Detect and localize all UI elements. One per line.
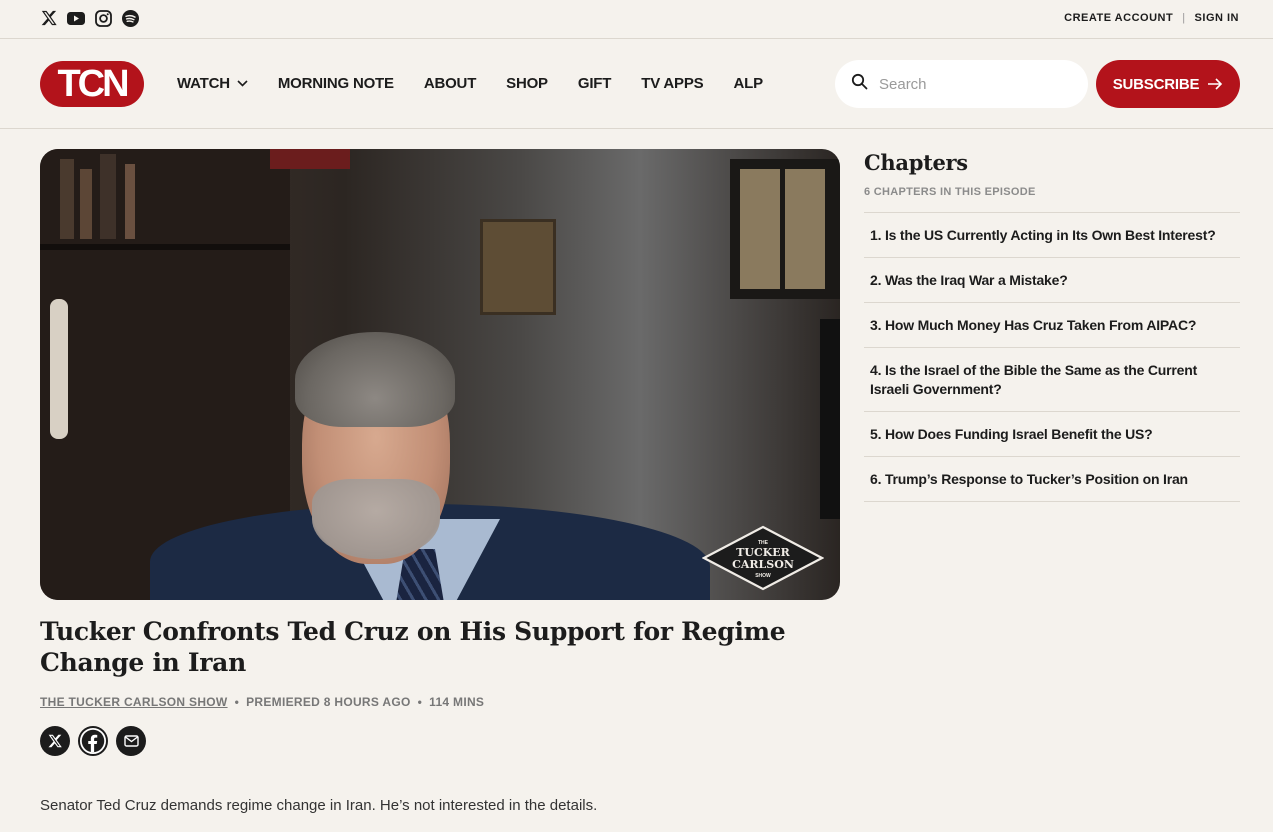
search-input[interactable] bbox=[877, 74, 1071, 94]
top-bar: CREATE ACCOUNT | SIGN IN bbox=[0, 0, 1273, 39]
show-link[interactable]: THE TUCKER CARLSON SHOW bbox=[40, 695, 228, 709]
book bbox=[125, 164, 135, 239]
main-nav: TCN WATCH MORNING NOTE ABOUT SHOP GIFT T… bbox=[0, 39, 1273, 129]
chapter-item[interactable]: 4. Is the Israel of the Bible the Same a… bbox=[864, 348, 1240, 412]
social-links bbox=[40, 9, 139, 27]
youtube-icon[interactable] bbox=[67, 9, 85, 27]
chapters-list: 1. Is the US Currently Acting in Its Own… bbox=[864, 212, 1240, 502]
subscribe-label: SUBSCRIBE bbox=[1112, 75, 1200, 93]
instagram-icon[interactable] bbox=[94, 9, 112, 27]
chapters-count: 6 CHAPTERS IN THIS EPISODE bbox=[864, 186, 1036, 198]
episode-meta: THE TUCKER CARLSON SHOW • PREMIERED 8 HO… bbox=[40, 695, 484, 709]
account-links: CREATE ACCOUNT | SIGN IN bbox=[1064, 12, 1239, 24]
email-icon bbox=[123, 735, 139, 747]
tucker-carlson-show-badge: THE TUCKER CARLSON SHOW bbox=[702, 525, 824, 591]
meta-separator: • bbox=[234, 695, 240, 709]
duration-text: 114 MINS bbox=[429, 695, 485, 709]
episode-description: Senator Ted Cruz demands regime change i… bbox=[40, 797, 598, 814]
share-facebook-button[interactable] bbox=[78, 726, 108, 756]
x-icon bbox=[48, 734, 62, 748]
nav-item-label: WATCH bbox=[177, 75, 230, 92]
nav-links: WATCH MORNING NOTE ABOUT SHOP GIFT TV AP… bbox=[177, 75, 763, 92]
chevron-down-icon bbox=[237, 80, 248, 87]
badge-line: CARLSON bbox=[732, 558, 794, 571]
video-player[interactable]: THE TUCKER CARLSON SHOW bbox=[40, 149, 840, 600]
nav-item-morning-note[interactable]: MORNING NOTE bbox=[278, 75, 394, 92]
dark-edge bbox=[820, 319, 840, 519]
chapter-item[interactable]: 1. Is the US Currently Acting in Its Own… bbox=[864, 213, 1240, 258]
nav-item-alp[interactable]: ALP bbox=[733, 75, 763, 92]
book bbox=[60, 159, 74, 239]
chapter-item[interactable]: 6. Trump’s Response to Tucker’s Position… bbox=[864, 457, 1240, 502]
account-separator: | bbox=[1182, 12, 1186, 24]
nav-item-tv-apps[interactable]: TV APPS bbox=[641, 75, 703, 92]
nav-item-about[interactable]: ABOUT bbox=[424, 75, 477, 92]
nav-item-watch[interactable]: WATCH bbox=[177, 75, 248, 92]
share-email-button[interactable] bbox=[116, 726, 146, 756]
book bbox=[80, 169, 92, 239]
chapters-heading: Chapters bbox=[864, 150, 968, 175]
spotify-icon[interactable] bbox=[121, 9, 139, 27]
episode-title: Tucker Confronts Ted Cruz on His Support… bbox=[40, 617, 786, 677]
subscribe-button[interactable]: SUBSCRIBE bbox=[1096, 60, 1240, 108]
meta-separator: • bbox=[417, 695, 423, 709]
sign-in-link[interactable]: SIGN IN bbox=[1195, 12, 1239, 24]
chapter-item[interactable]: 5. How Does Funding Israel Benefit the U… bbox=[864, 412, 1240, 457]
nav-item-gift[interactable]: GIFT bbox=[578, 75, 612, 92]
chapter-item[interactable]: 2. Was the Iraq War a Mistake? bbox=[864, 258, 1240, 303]
nav-item-shop[interactable]: SHOP bbox=[506, 75, 548, 92]
hair bbox=[295, 332, 455, 427]
framed-picture bbox=[480, 219, 556, 315]
beard bbox=[312, 479, 440, 559]
x-icon[interactable] bbox=[40, 9, 58, 27]
badge-line: SHOW bbox=[755, 573, 771, 579]
chapter-item[interactable]: 3. How Much Money Has Cruz Taken From AI… bbox=[864, 303, 1240, 348]
arrow-right-icon bbox=[1207, 78, 1223, 90]
share-x-button[interactable] bbox=[40, 726, 70, 756]
vase bbox=[50, 299, 68, 439]
search-icon bbox=[851, 73, 868, 95]
document-panel bbox=[740, 169, 780, 289]
book bbox=[270, 149, 350, 169]
book bbox=[100, 154, 116, 239]
facebook-icon bbox=[81, 729, 105, 753]
shelf-board bbox=[40, 244, 290, 250]
document-panel bbox=[785, 169, 825, 289]
premiered-text: PREMIERED 8 HOURS AGO bbox=[246, 695, 411, 709]
create-account-link[interactable]: CREATE ACCOUNT bbox=[1064, 12, 1173, 24]
share-buttons bbox=[40, 726, 146, 756]
search-box[interactable] bbox=[835, 60, 1088, 108]
chapters-panel: Chapters 6 CHAPTERS IN THIS EPISODE 1. I… bbox=[864, 150, 1240, 502]
tcn-logo[interactable]: TCN bbox=[40, 61, 144, 107]
